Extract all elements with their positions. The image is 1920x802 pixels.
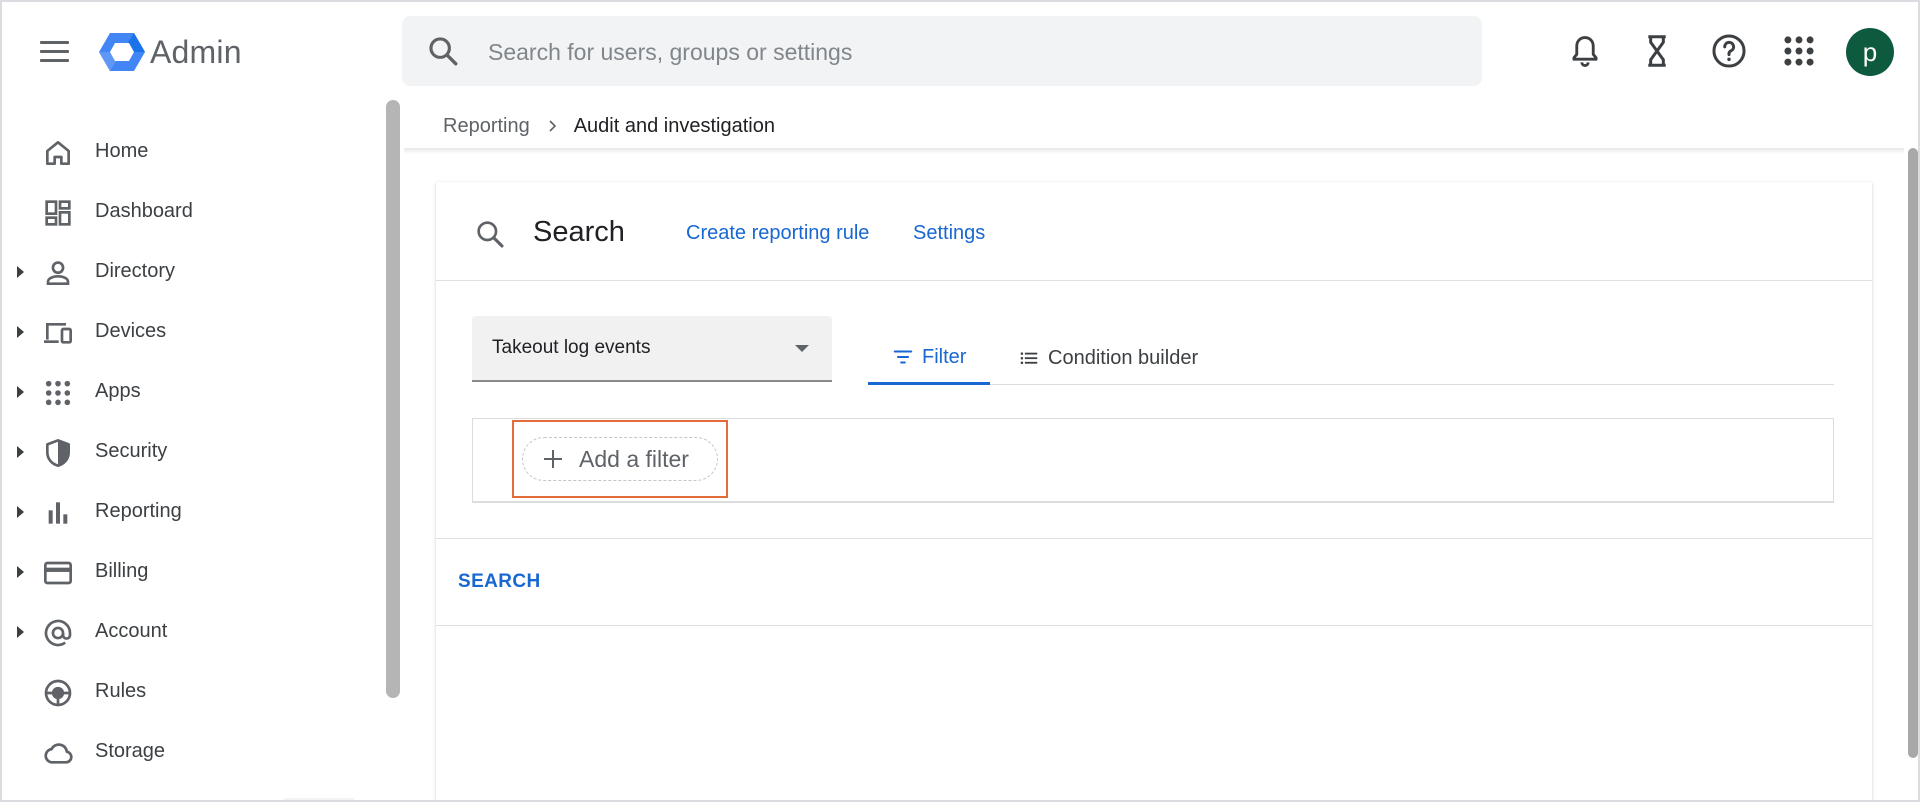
add-filter-button[interactable]: Add a filter xyxy=(522,437,718,481)
search-icon xyxy=(477,221,504,248)
card-header: Search Create reporting rule Settings xyxy=(436,182,1872,281)
dropdown-arrow-icon xyxy=(795,345,809,352)
search-button[interactable]: SEARCH xyxy=(458,571,541,593)
expand-caret-icon[interactable] xyxy=(17,326,24,338)
sidebar-item-label: Account xyxy=(95,620,168,642)
cloud-icon xyxy=(42,737,74,769)
sidebar-item-label: Directory xyxy=(95,260,176,282)
menu-icon-bar xyxy=(40,40,69,44)
sidebar-item-label: Rules xyxy=(95,680,147,702)
dashboard-icon xyxy=(42,197,74,229)
sidebar-item-directory[interactable]: Directory xyxy=(2,244,372,300)
sidebar-item-label: Dashboard xyxy=(95,200,193,222)
chevron-right-icon xyxy=(549,120,556,132)
data-source-value: Takeout log events xyxy=(492,337,651,358)
add-filter-label: Add a filter xyxy=(579,445,689,472)
sidebar-item-billing[interactable]: Billing xyxy=(2,544,372,600)
sidebar-overflow-hint xyxy=(284,798,354,800)
account-avatar[interactable]: p xyxy=(1846,28,1894,76)
filter-icon xyxy=(893,350,913,364)
create-reporting-rule-link[interactable]: Create reporting rule xyxy=(686,222,869,245)
sidebar-item-label: Storage xyxy=(95,740,166,762)
tab-condition-builder-label: Condition builder xyxy=(1048,346,1199,369)
bar-chart-icon xyxy=(42,497,74,529)
main-menu-button[interactable] xyxy=(40,36,70,66)
search-action-bar: SEARCH xyxy=(436,538,1872,626)
tab-condition-builder[interactable]: Condition builder xyxy=(1018,332,1198,384)
tasks-button[interactable] xyxy=(1638,32,1676,70)
sidebar-item-label: Billing xyxy=(95,560,149,582)
global-search-bar[interactable] xyxy=(402,16,1482,88)
search-mode-tabs: Filter Condition builder xyxy=(868,332,1834,385)
devices-icon xyxy=(42,317,74,349)
expand-caret-icon[interactable] xyxy=(17,446,24,458)
hourglass-icon xyxy=(1648,35,1666,67)
sidebar-item-home[interactable]: Home xyxy=(2,124,372,180)
apps-grid-icon xyxy=(1784,36,1814,66)
menu-icon-bar xyxy=(40,49,69,53)
breadcrumb-current: Audit and investigation xyxy=(573,114,775,137)
expand-caret-icon[interactable] xyxy=(17,626,24,638)
sidebar-item-security[interactable]: Security xyxy=(2,424,372,480)
help-button[interactable] xyxy=(1710,32,1748,70)
google-apps-button[interactable] xyxy=(1780,32,1818,70)
card-title: Search xyxy=(533,216,625,248)
sidebar-item-reporting[interactable]: Reporting xyxy=(2,484,372,540)
sidebar-item-label: Home xyxy=(95,140,149,162)
breadcrumb: Reporting Audit and investigation xyxy=(443,112,775,140)
rules-icon xyxy=(42,677,74,709)
plus-icon xyxy=(544,450,562,468)
sidebar-item-label: Reporting xyxy=(95,500,182,522)
sidebar-item-dashboard[interactable]: Dashboard xyxy=(2,184,372,240)
sidebar-item-storage[interactable]: Storage xyxy=(2,724,372,780)
data-source-select[interactable]: Takeout log events xyxy=(472,316,832,382)
sidebar-item-label: Apps xyxy=(95,380,141,402)
sidebar-item-label: Devices xyxy=(95,320,167,342)
bell-icon xyxy=(1572,36,1598,67)
sidebar-item-account[interactable]: Account xyxy=(2,604,372,660)
app-title: Admin xyxy=(150,33,242,70)
expand-caret-icon[interactable] xyxy=(17,566,24,578)
tab-filter-label: Filter xyxy=(922,345,967,368)
settings-link[interactable]: Settings xyxy=(913,222,985,245)
sidebar-item-label: Security xyxy=(95,440,168,462)
admin-logo-link[interactable]: Admin xyxy=(98,30,242,74)
list-icon xyxy=(1020,352,1038,364)
person-icon xyxy=(42,257,74,289)
expand-caret-icon[interactable] xyxy=(17,386,24,398)
menu-icon-bar xyxy=(40,58,69,62)
search-icon[interactable] xyxy=(426,34,460,68)
tab-filter[interactable]: Filter xyxy=(868,332,991,385)
global-search-input[interactable] xyxy=(486,16,1450,88)
breadcrumb-reporting-link[interactable]: Reporting xyxy=(443,115,530,138)
main-scrollbar[interactable] xyxy=(1908,148,1918,758)
notifications-button[interactable] xyxy=(1566,32,1604,70)
at-sign-icon xyxy=(42,617,74,649)
admin-logo-icon xyxy=(99,33,145,71)
shield-icon xyxy=(42,437,74,469)
sidebar-scrollbar[interactable] xyxy=(386,100,400,698)
help-icon xyxy=(1712,34,1746,68)
sidebar-item-rules[interactable]: Rules xyxy=(2,664,372,720)
sidebar-item-apps[interactable]: Apps xyxy=(2,364,372,420)
sidebar-nav: Home Dashboard Directory Devices Apps Se… xyxy=(2,98,392,800)
home-icon xyxy=(42,137,74,169)
credit-card-icon xyxy=(42,557,74,589)
admin-console-window: Admin Search for users, groups or settin… xyxy=(0,0,1920,802)
avatar-letter: p xyxy=(1862,36,1878,67)
expand-caret-icon[interactable] xyxy=(17,506,24,518)
expand-caret-icon[interactable] xyxy=(17,266,24,278)
audit-search-card: Search Create reporting rule Settings Ta… xyxy=(436,182,1872,800)
apps-icon xyxy=(42,377,74,409)
sidebar-item-devices[interactable]: Devices xyxy=(2,304,372,360)
header-divider xyxy=(404,148,1904,154)
